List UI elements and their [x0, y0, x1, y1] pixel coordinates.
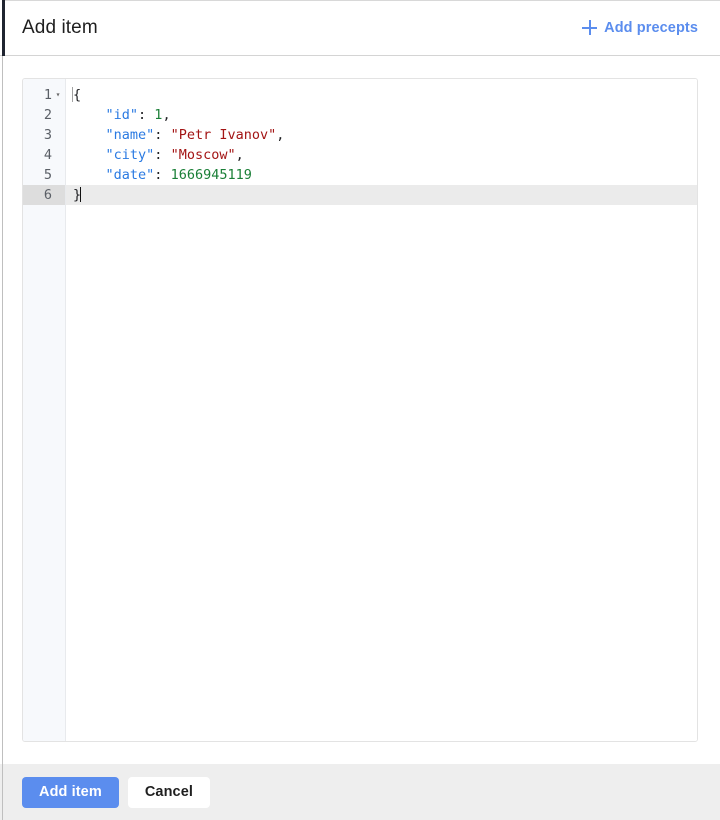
code-token-punct [73, 127, 106, 143]
gutter-line-number[interactable]: 1 ▾ [23, 85, 65, 105]
bracket-match-marker [72, 87, 73, 102]
code-token-punct: , [235, 147, 244, 163]
code-token-punct: : [154, 147, 171, 163]
add-item-dialog: Add item Add precepts 1 ▾ 2 3 4 5 6 { "id": 1,… [0, 0, 720, 820]
add-precepts-button[interactable]: Add precepts [582, 20, 698, 36]
add-item-button[interactable]: Add item [22, 776, 119, 808]
dialog-header: Add item Add precepts [0, 0, 720, 56]
fold-arrow-icon[interactable]: ▾ [53, 85, 63, 105]
plus-icon [582, 20, 598, 35]
code-token-punct: : [154, 127, 171, 143]
editor-code-area[interactable]: { "id": 1, "name": "Petr Ivanov", "city"… [66, 79, 697, 741]
code-line[interactable]: } [66, 185, 697, 205]
page-left-edge-dark [2, 0, 5, 56]
code-token-key: "name" [105, 127, 155, 143]
code-token-punct: , [276, 127, 285, 143]
code-token-punct [73, 107, 106, 123]
page-top-divider [5, 0, 720, 1]
code-line[interactable]: "name": "Petr Ivanov", [66, 125, 697, 145]
code-line[interactable]: { [66, 85, 697, 105]
code-token-num: 1666945119 [170, 167, 252, 183]
code-token-key: "city" [105, 147, 155, 163]
code-line[interactable]: "date": 1666945119 [66, 165, 697, 185]
code-token-punct: : [154, 167, 171, 183]
code-token-key: "id" [105, 107, 139, 123]
page-left-edge-light [2, 56, 3, 820]
code-token-punct: , [162, 107, 171, 123]
text-cursor [80, 187, 82, 202]
code-token-key: "date" [105, 167, 155, 183]
code-line[interactable]: "city": "Moscow", [66, 145, 697, 165]
code-line[interactable]: "id": 1, [66, 105, 697, 125]
json-code-editor[interactable]: 1 ▾ 2 3 4 5 6 { "id": 1, "name": "Petr Ivanov"… [22, 78, 698, 742]
page-title: Add item [22, 17, 98, 38]
editor-gutter[interactable]: 1 ▾ 2 3 4 5 6 [23, 79, 66, 741]
code-token-punct [73, 167, 106, 183]
gutter-line-number[interactable]: 5 [23, 165, 65, 185]
code-token-punct: : [138, 107, 155, 123]
dialog-body: 1 ▾ 2 3 4 5 6 { "id": 1, "name": "Petr Ivanov"… [0, 56, 720, 764]
dialog-footer: Add item Cancel [0, 764, 720, 820]
gutter-line-number[interactable]: 6 [23, 185, 65, 205]
cancel-button[interactable]: Cancel [127, 776, 210, 808]
add-precepts-label: Add precepts [604, 19, 698, 36]
gutter-line-number[interactable]: 4 [23, 145, 65, 165]
code-token-punct: { [73, 87, 82, 103]
gutter-line-number[interactable]: 2 [23, 105, 65, 125]
gutter-line-number[interactable]: 3 [23, 125, 65, 145]
code-token-str: "Petr Ivanov" [170, 127, 277, 143]
code-token-punct [73, 147, 106, 163]
code-token-str: "Moscow" [170, 147, 236, 163]
